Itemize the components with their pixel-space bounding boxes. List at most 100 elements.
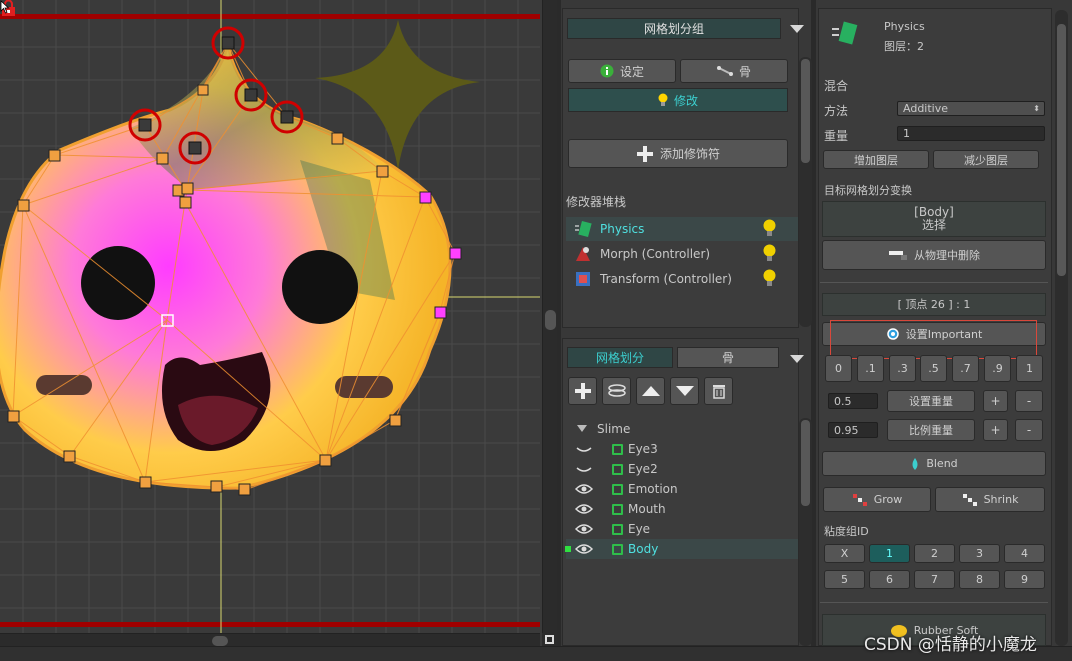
right-eye: [282, 250, 358, 324]
target-mesh-status: 选择: [921, 218, 946, 232]
viscosity-group-2[interactable]: 2: [914, 544, 955, 563]
droplet-icon: [912, 457, 918, 470]
shrink-button[interactable]: Shrink: [935, 487, 1045, 512]
blend-button[interactable]: Blend: [822, 451, 1046, 476]
settings-button[interactable]: 设定: [568, 59, 676, 83]
bone-button[interactable]: 骨: [680, 59, 788, 83]
expand-arrow-icon: [577, 425, 587, 432]
weight-preset-0[interactable]: 0: [825, 355, 852, 382]
transform-visibility-bulb-icon[interactable]: [762, 269, 777, 287]
method-dropdown[interactable]: Additive ⬍: [897, 101, 1045, 116]
tree-item-eye3[interactable]: Eye3: [566, 439, 798, 459]
remove-from-physics-button[interactable]: 从物理中删除: [822, 240, 1046, 270]
viscosity-group-5[interactable]: 5: [824, 570, 865, 589]
scale-plus-button[interactable]: +: [983, 419, 1008, 441]
viewport-horizontal-scrollbar[interactable]: [0, 633, 540, 646]
vertex-info-text: [ 顶点 26 ] : 1: [897, 298, 971, 311]
tree-item-mouth[interactable]: Mouth: [566, 499, 798, 519]
set-weight-button[interactable]: 设置重量: [887, 390, 975, 412]
weight-preset-1[interactable]: 1: [1016, 355, 1043, 382]
weight-preset-0-9[interactable]: .9: [984, 355, 1011, 382]
scale-weight-value: 0.95: [834, 423, 859, 437]
method-label: 方法: [824, 104, 849, 118]
tree-root-slime[interactable]: Slime: [566, 419, 798, 439]
tree-item-emotion[interactable]: Emotion: [566, 479, 798, 499]
inspector-scroll-thumb[interactable]: [1057, 24, 1066, 276]
viewport-hscroll-thumb[interactable]: [212, 636, 228, 646]
weight-preset-0-3[interactable]: .3: [889, 355, 916, 382]
morph-visibility-bulb-icon[interactable]: [762, 244, 777, 262]
blend-section-label: 混合: [824, 79, 849, 93]
move-down-button[interactable]: [670, 377, 699, 405]
add-modifier-button[interactable]: 添加修饰符: [568, 139, 788, 168]
weight-preset-0-1[interactable]: .1: [857, 355, 884, 382]
settings-button-label: 设定: [619, 64, 644, 79]
tab-modify[interactable]: 修改: [568, 88, 788, 112]
modifier-label-morph: Morph (Controller): [600, 247, 711, 261]
target-icon: [886, 328, 899, 340]
viscosity-group-3[interactable]: 3: [959, 544, 1000, 563]
mesh-dropdown-icon[interactable]: [790, 355, 804, 363]
set-weight-label: 设置重量: [909, 395, 953, 408]
method-value: Additive: [903, 102, 948, 115]
visible-eye-icon[interactable]: [575, 523, 593, 535]
plus-label: +: [990, 394, 1001, 408]
modifier-scroll-thumb[interactable]: [801, 59, 810, 163]
visible-eye-icon[interactable]: [575, 483, 593, 495]
viewport-corner-toggle[interactable]: [542, 633, 557, 646]
set-important-button[interactable]: 设置Important: [822, 322, 1046, 346]
mesh-tree-scrollbar[interactable]: [799, 418, 812, 646]
weight-input[interactable]: 1: [897, 126, 1045, 141]
scale-weight-button[interactable]: 比例重量: [887, 419, 975, 441]
mesh-tree-scroll-thumb[interactable]: [801, 420, 810, 506]
viewport-vscroll-thumb[interactable]: [545, 310, 556, 330]
layer-button[interactable]: [602, 377, 631, 405]
visible-eye-icon[interactable]: [575, 503, 593, 515]
viscosity-group-8[interactable]: 8: [959, 570, 1000, 589]
viscosity-group-1[interactable]: 1: [869, 544, 910, 563]
viewport-canvas[interactable]: [0, 0, 557, 661]
physics-visibility-bulb-icon[interactable]: [762, 219, 777, 237]
tab-mesh-bone[interactable]: 骨: [677, 347, 779, 368]
viscosity-group-x[interactable]: X: [824, 544, 865, 563]
viscosity-group-4[interactable]: 4: [1004, 544, 1045, 563]
weight-preset-0-7[interactable]: .7: [952, 355, 979, 382]
scale-weight-input[interactable]: 0.95: [828, 422, 878, 438]
move-up-button[interactable]: [636, 377, 665, 405]
viscosity-group-7[interactable]: 7: [914, 570, 955, 589]
add-mesh-button[interactable]: [568, 377, 597, 405]
plus-icon: [636, 145, 653, 162]
tab-mesh[interactable]: 网格划分: [567, 347, 673, 368]
viscosity-group-6[interactable]: 6: [869, 570, 910, 589]
visible-eye-icon[interactable]: [575, 543, 593, 555]
inspector-scrollbar[interactable]: [1055, 10, 1068, 646]
remove-layer-button[interactable]: 减少图层: [933, 150, 1039, 169]
scale-minus-button[interactable]: -: [1015, 419, 1043, 441]
mesh-group-header[interactable]: 网格划分组: [567, 18, 781, 39]
weight-minus-button[interactable]: -: [1015, 390, 1043, 412]
viscosity-group-9[interactable]: 9: [1004, 570, 1045, 589]
trash-icon: [712, 385, 725, 399]
add-layer-button[interactable]: 增加图层: [823, 150, 929, 169]
shrink-label: Shrink: [983, 493, 1019, 506]
tree-item-label: Eye2: [628, 462, 658, 476]
weight-plus-button[interactable]: +: [983, 390, 1008, 412]
left-cheek: [36, 375, 92, 395]
delete-mesh-button[interactable]: [704, 377, 733, 405]
tree-item-body[interactable]: Body: [566, 539, 798, 559]
mesh-viewport[interactable]: [0, 0, 557, 661]
grow-button[interactable]: Grow: [823, 487, 931, 512]
modifier-scrollbar[interactable]: [799, 57, 812, 327]
viewport-vertical-scrollbar[interactable]: [542, 0, 557, 646]
hidden-eye-icon[interactable]: [575, 444, 593, 456]
tab-mesh-bone-label: 骨: [721, 351, 734, 365]
minus-label: -: [1026, 423, 1032, 437]
header-dropdown-icon[interactable]: [790, 25, 804, 33]
set-weight-input[interactable]: 0.5: [828, 393, 878, 409]
weight-preset-0-5[interactable]: .5: [920, 355, 947, 382]
selected-marker: [565, 546, 571, 552]
tree-item-eye[interactable]: Eye: [566, 519, 798, 539]
hidden-eye-icon[interactable]: [575, 464, 593, 476]
layers-icon: [607, 384, 626, 397]
tree-item-eye2[interactable]: Eye2: [566, 459, 798, 479]
